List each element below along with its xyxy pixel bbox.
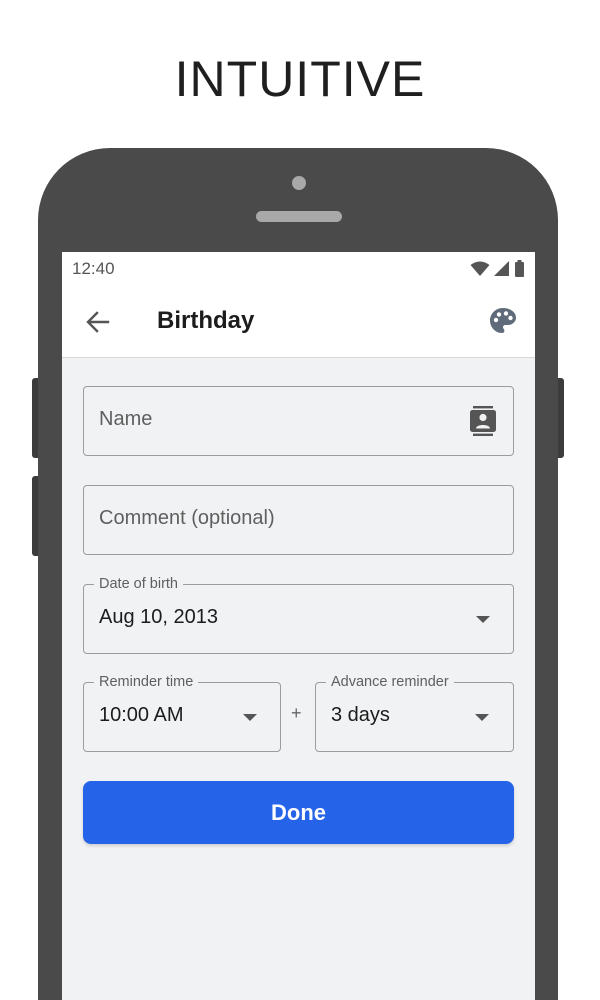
plus-separator: + [291, 703, 302, 723]
dropdown-arrow-icon [243, 714, 257, 721]
back-button[interactable] [84, 308, 112, 336]
dropdown-arrow-icon [476, 616, 490, 623]
reminder-time-label: Reminder time [94, 673, 199, 691]
advance-reminder-label: Advance reminder [326, 673, 454, 691]
reminder-time-select[interactable]: Reminder time 10:00 AM [83, 673, 281, 752]
app-bar: Birthday [62, 286, 535, 358]
name-field[interactable]: Name [83, 386, 514, 456]
comment-field[interactable]: Comment (optional) [83, 485, 514, 555]
contacts-icon[interactable] [470, 406, 496, 436]
done-button[interactable]: Done [83, 781, 514, 844]
phone-screen: 12:40 Birthday Name Comment (optional) D… [62, 252, 535, 1000]
dropdown-arrow-icon [475, 714, 489, 721]
signal-icon [494, 261, 509, 276]
advance-reminder-value: 3 days [331, 704, 390, 726]
theme-button[interactable] [488, 306, 518, 336]
status-bar: 12:40 [62, 252, 535, 286]
status-time: 12:40 [72, 259, 115, 278]
phone-camera [292, 176, 306, 190]
advance-reminder-select[interactable]: Advance reminder 3 days [315, 673, 514, 752]
page-title: Birthday [157, 307, 255, 334]
reminder-time-value: 10:00 AM [99, 704, 184, 726]
status-icons [470, 260, 525, 278]
date-of-birth-label: Date of birth [94, 575, 183, 593]
date-of-birth-select[interactable]: Date of birth Aug 10, 2013 [83, 575, 514, 654]
headline: INTUITIVE [174, 51, 426, 107]
arrow-back-icon [86, 311, 110, 333]
palette-icon [490, 308, 516, 333]
date-of-birth-value: Aug 10, 2013 [99, 606, 218, 628]
phone-speaker [256, 211, 342, 222]
comment-placeholder: Comment (optional) [99, 507, 275, 529]
stage: INTUITIVE 12:40 Birthday Name Comment (o… [0, 0, 600, 1000]
battery-icon [515, 260, 524, 277]
name-placeholder: Name [99, 408, 153, 430]
done-button-label: Done [271, 799, 326, 825]
wifi-icon [470, 261, 490, 276]
